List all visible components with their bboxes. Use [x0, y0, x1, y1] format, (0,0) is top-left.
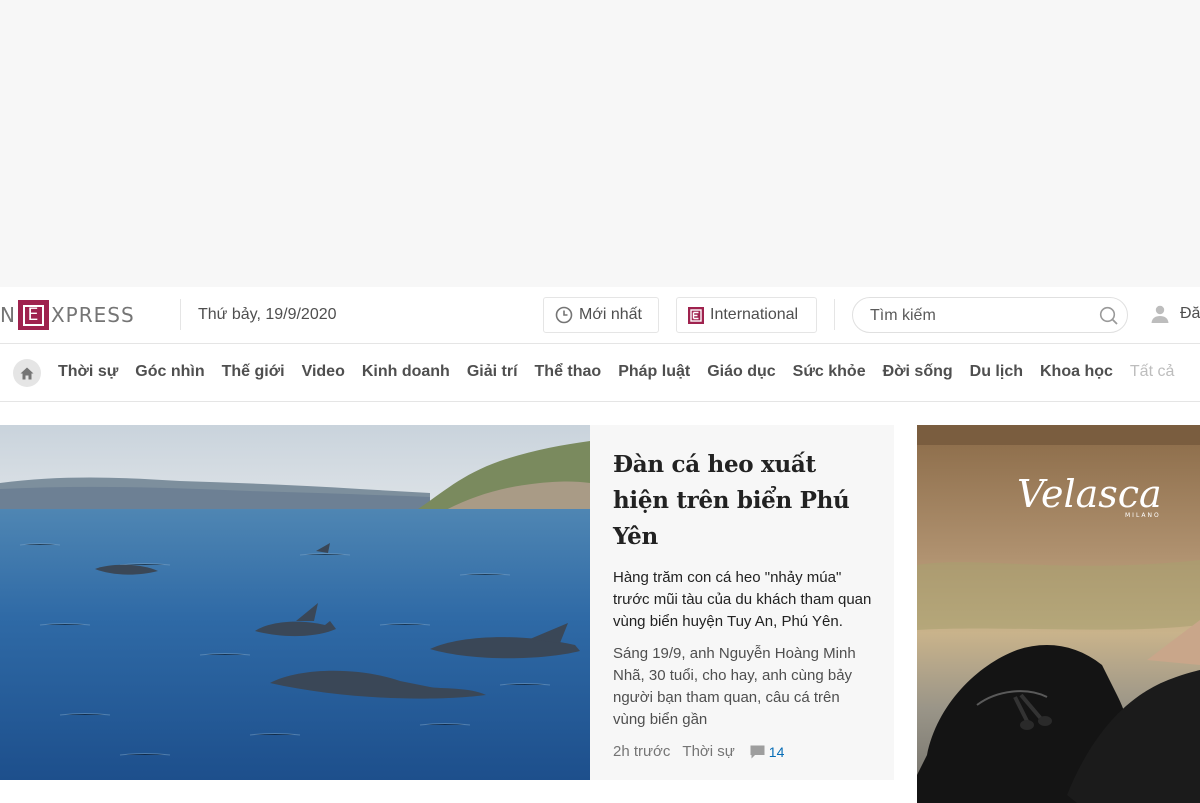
shoe-ad-image: Velasca MILANO — [917, 425, 1200, 803]
latest-news-button[interactable]: Mới nhất — [543, 297, 659, 333]
nav-item-the-thao[interactable]: Thể thao — [535, 363, 602, 381]
e-logo-icon — [688, 306, 704, 324]
article-time: 2h trước — [613, 743, 671, 760]
category-nav: Thời sự Góc nhìn Thế giới Video Kinh doa… — [0, 344, 1200, 402]
nav-item-kinh-doanh[interactable]: Kinh doanh — [362, 363, 450, 381]
nav-item-doi-song[interactable]: Đời sống — [883, 363, 953, 381]
logo-suffix: XPRESS — [50, 303, 135, 327]
search-input[interactable] — [870, 305, 1090, 327]
user-icon — [1151, 305, 1169, 323]
international-button[interactable]: International — [676, 297, 817, 333]
dolphins-photo — [0, 425, 590, 780]
hero-article-meta: 2h trước Thời sự 14 — [613, 743, 872, 760]
logo-prefix: N — [0, 303, 16, 327]
nav-item-goc-nhin[interactable]: Góc nhìn — [135, 363, 204, 381]
vnexpress-logo[interactable]: N E XPRESS — [0, 300, 135, 330]
side-advertisement[interactable]: Velasca MILANO — [917, 425, 1200, 803]
hero-image[interactable] — [0, 425, 590, 780]
nav-items: Thời sự Góc nhìn Thế giới Video Kinh doa… — [58, 363, 1174, 381]
nav-item-giao-duc[interactable]: Giáo dục — [707, 363, 775, 381]
comment-icon — [750, 745, 765, 758]
nav-item-all[interactable]: Tất cả — [1130, 363, 1174, 381]
article-category[interactable]: Thời sự — [682, 743, 734, 760]
comment-count: 14 — [768, 743, 785, 760]
velasca-logo: Velasca — [1017, 472, 1162, 516]
home-icon — [20, 367, 34, 379]
nav-item-thoi-su[interactable]: Thời sự — [58, 363, 118, 381]
home-button[interactable] — [13, 359, 41, 387]
clock-icon — [555, 306, 573, 324]
hero-article-body[interactable]: Sáng 19/9, anh Nguyễn Hoàng Minh Nhã, 30… — [613, 643, 872, 731]
search-icon[interactable] — [1099, 306, 1119, 326]
top-header: N E XPRESS Thứ bảy, 19/9/2020 Mới nhất I… — [0, 287, 1200, 344]
nav-item-suc-khoe[interactable]: Sức khỏe — [793, 363, 866, 381]
header-divider — [834, 299, 835, 330]
velasca-subtitle: MILANO — [1125, 512, 1161, 519]
current-date: Thứ bảy, 19/9/2020 — [198, 306, 337, 323]
latest-news-label: Mới nhất — [579, 306, 642, 323]
header-divider — [180, 299, 181, 330]
nav-item-du-lich[interactable]: Du lịch — [970, 363, 1023, 381]
comments-link[interactable]: 14 — [750, 743, 785, 760]
nav-item-khoa-hoc[interactable]: Khoa học — [1040, 363, 1113, 381]
login-button[interactable]: Đă — [1150, 304, 1200, 324]
search-box[interactable] — [852, 297, 1128, 333]
login-label: Đă — [1180, 305, 1200, 322]
nav-item-video[interactable]: Video — [302, 363, 345, 381]
logo-e-box: E — [17, 300, 49, 330]
ad-banner-placeholder — [0, 0, 1200, 287]
nav-item-giai-tri[interactable]: Giải trí — [467, 363, 518, 381]
international-label: International — [710, 306, 799, 323]
hero-article-card: Đàn cá heo xuất hiện trên biển Phú Yên H… — [590, 425, 894, 780]
nav-item-phap-luat[interactable]: Pháp luật — [618, 363, 690, 381]
hero-article-title[interactable]: Đàn cá heo xuất hiện trên biển Phú Yên — [613, 447, 872, 555]
nav-item-the-gioi[interactable]: Thế giới — [222, 363, 285, 381]
hero-article-description[interactable]: Hàng trăm con cá heo "nhảy múa" trước mũ… — [613, 567, 872, 633]
